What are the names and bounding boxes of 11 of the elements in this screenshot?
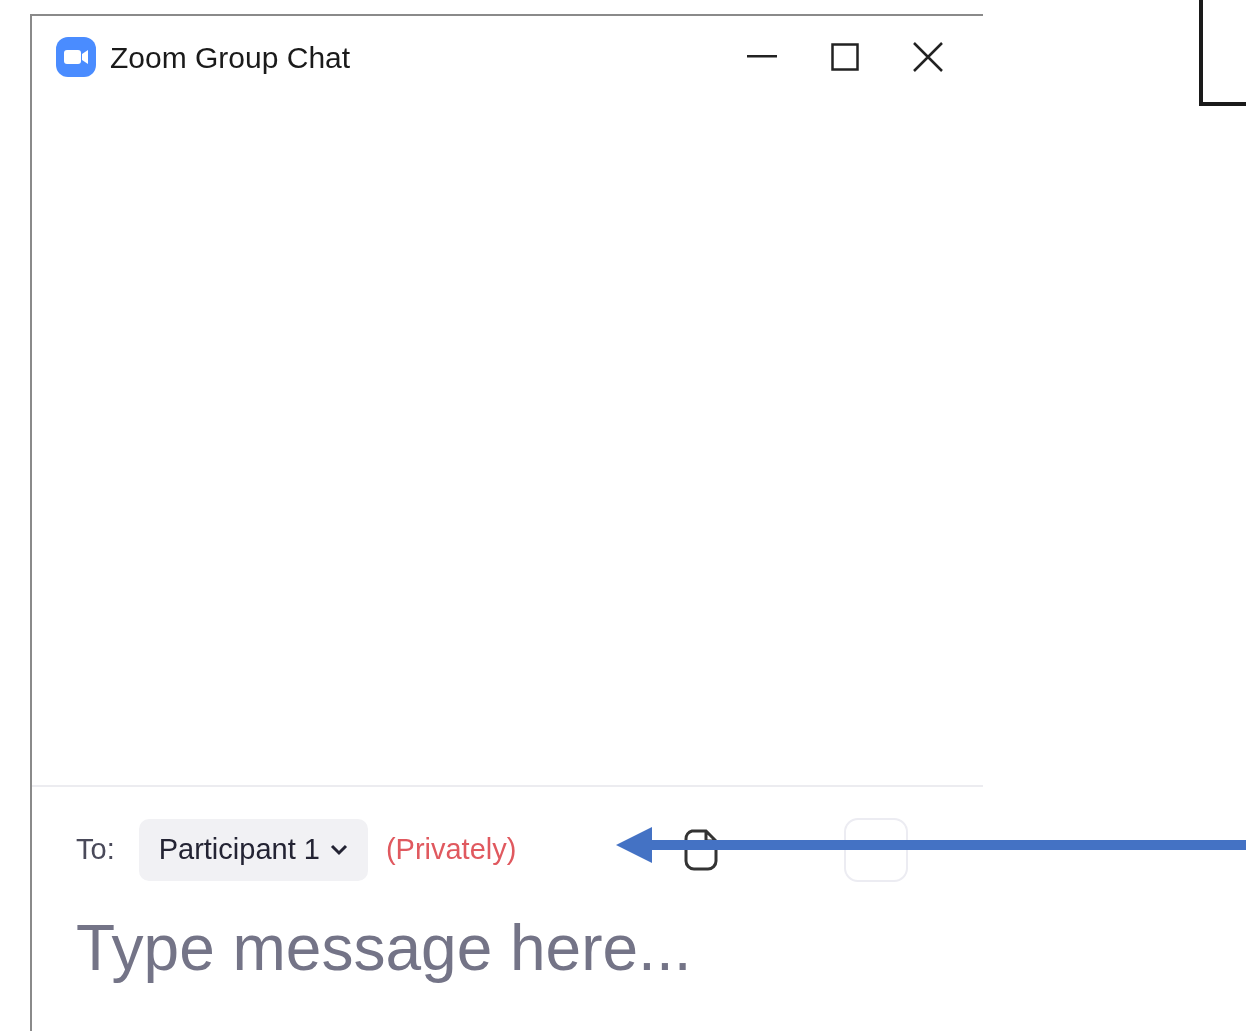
minimize-icon[interactable] [747, 55, 777, 59]
message-input[interactable]: Type message here... [76, 908, 936, 988]
privacy-label: (Privately) [385, 832, 517, 868]
chevron-down-icon [329, 844, 348, 856]
file-icon [684, 829, 719, 871]
to-label: To: [76, 832, 115, 868]
recipient-dropdown[interactable]: Participant 1 [138, 819, 368, 881]
window-title: Zoom Group Chat [110, 39, 351, 76]
camera-app-icon [56, 37, 96, 77]
maximize-icon[interactable] [831, 43, 859, 71]
close-icon[interactable] [913, 42, 943, 72]
